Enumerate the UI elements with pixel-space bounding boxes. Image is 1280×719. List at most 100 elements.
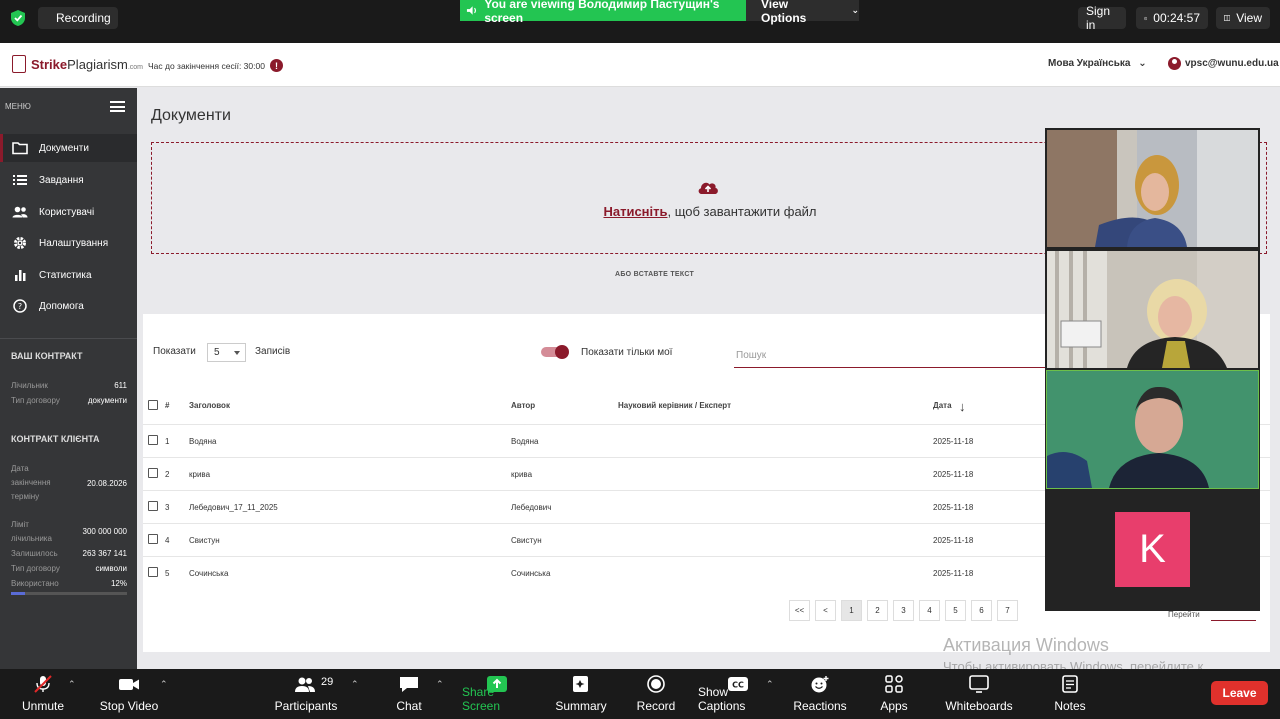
menu-label: МЕНЮ [5, 102, 31, 111]
row-checkbox[interactable] [148, 534, 158, 544]
page-size-select[interactable]: 5 [207, 343, 246, 362]
goto-page-input[interactable] [1211, 620, 1256, 621]
participant-video-1[interactable] [1047, 130, 1258, 247]
row-title[interactable]: Водяна [189, 437, 216, 446]
sort-arrow-down-icon[interactable]: ↓ [959, 399, 966, 414]
pagination-page[interactable]: 1 [841, 600, 862, 621]
row-author: крива [511, 470, 533, 479]
row-checkbox[interactable] [148, 501, 158, 511]
captions-icon: CC [728, 677, 748, 691]
participants-icon [295, 677, 315, 692]
record-button[interactable]: Record [634, 669, 678, 719]
pagination-first[interactable]: << [789, 600, 810, 621]
page-title: Документи [151, 107, 231, 124]
contract-type-label: Тип договору [11, 396, 60, 405]
upload-text: , щоб завантажити файл [667, 204, 817, 219]
row-title[interactable]: Сочинська [189, 569, 228, 578]
row-title[interactable]: Свистун [189, 536, 220, 545]
caret-up-icon[interactable]: ⌃ [766, 679, 774, 690]
viewing-text: You are viewing Володимир Пастущин's scr… [484, 0, 720, 25]
select-all-checkbox[interactable] [148, 400, 158, 410]
recording-indicator[interactable]: Recording [38, 7, 118, 29]
gear-icon [14, 237, 26, 249]
upload-link[interactable]: Натисніть [603, 204, 667, 219]
paste-text-link[interactable]: АБО ВСТАВТЕ ТЕКСТ [615, 271, 694, 278]
client-type-row: Тип договору символи [11, 564, 127, 573]
caret-up-icon[interactable]: ⌃ [436, 679, 444, 690]
whiteboards-button[interactable]: Whiteboards [944, 669, 1014, 719]
language-selector[interactable]: Мова Українська ⌄ [1048, 58, 1147, 69]
remaining-label: Залишилось [11, 549, 58, 558]
caret-up-icon[interactable]: ⌃ [160, 679, 168, 690]
pagination-page[interactable]: 7 [997, 600, 1018, 621]
session-timer: Час до закінчення сесії: 30:00 ! [148, 59, 283, 72]
meeting-timer[interactable]: 00:24:57 [1136, 7, 1208, 29]
row-checkbox[interactable] [148, 468, 158, 478]
language-label: Мова Українська [1048, 58, 1131, 69]
recording-label: Recording [56, 11, 111, 25]
participants-label: Participants [274, 699, 338, 713]
leave-button[interactable]: Leave [1211, 681, 1268, 705]
contract-type-row: Тип договору документи [11, 396, 127, 405]
column-header-author[interactable]: Автор [511, 401, 535, 410]
pagination-page[interactable]: 5 [945, 600, 966, 621]
sidebar-item-users[interactable]: Користувачі [0, 198, 137, 226]
apps-button[interactable]: Apps [876, 669, 912, 719]
participant-video-3-speaking[interactable] [1046, 370, 1259, 489]
participant-avatar[interactable]: K [1115, 512, 1190, 587]
unmute-button[interactable]: Unmute [18, 669, 68, 719]
user-menu[interactable]: vpsc@wunu.edu.ua [1168, 57, 1279, 70]
show-captions-button[interactable]: CC Show Captions [698, 669, 778, 719]
participant-video-strip[interactable]: K [1045, 128, 1260, 611]
sidebar-item-statistics[interactable]: Статистика [0, 261, 137, 289]
unmute-label: Unmute [21, 699, 65, 713]
caret-up-icon[interactable]: ⌃ [68, 679, 76, 690]
user-icon [1168, 57, 1181, 70]
summary-icon [573, 676, 588, 692]
pagination-page[interactable]: 2 [867, 600, 888, 621]
sidebar-item-tasks[interactable]: Завдання [0, 166, 137, 194]
counter-row: Лічильник 611 [11, 381, 127, 390]
participants-button[interactable]: 29 Participants [274, 669, 338, 719]
column-header-date[interactable]: Дата [933, 401, 952, 410]
sidebar-item-documents[interactable]: Документи [0, 134, 137, 162]
summary-button[interactable]: Summary [554, 669, 608, 719]
search-input[interactable]: Пошук [734, 347, 1074, 368]
row-checkbox[interactable] [148, 435, 158, 445]
cloud-upload-icon [698, 182, 718, 194]
row-title[interactable]: крива [189, 470, 210, 479]
caret-up-icon[interactable]: ⌃ [351, 679, 359, 690]
goto-page-button[interactable]: Перейти [1168, 610, 1200, 619]
sidebar-item-settings[interactable]: Налаштування [0, 229, 137, 257]
view-button[interactable]: View [1216, 7, 1270, 29]
row-date: 2025-11-18 [933, 569, 974, 578]
pagination-page[interactable]: 3 [893, 600, 914, 621]
row-checkbox[interactable] [148, 567, 158, 577]
pagination-page[interactable]: 6 [971, 600, 992, 621]
notes-button[interactable]: Notes [1050, 669, 1090, 719]
logo-text: StrikePlagiarism.com [31, 57, 143, 72]
zoom-toolbar: Unmute ⌃ Stop Video ⌃ 29 Participants ⌃ … [0, 669, 1280, 719]
pagination-page[interactable]: 4 [919, 600, 940, 621]
shield-icon[interactable] [10, 9, 26, 27]
share-screen-button[interactable]: Share Screen [462, 669, 532, 719]
column-header-supervisor[interactable]: Науковий керівник / Експерт [618, 401, 731, 410]
info-icon[interactable]: ! [269, 59, 283, 72]
column-header-title[interactable]: Заголовок [189, 401, 230, 410]
svg-text:?: ? [18, 302, 22, 311]
sign-in-button[interactable]: Sign in [1078, 4, 1126, 32]
sidebar-item-label: Завдання [39, 174, 84, 186]
reactions-button[interactable]: Reactions [792, 669, 848, 719]
chat-button[interactable]: Chat [390, 669, 428, 719]
pagination-prev[interactable]: < [815, 600, 836, 621]
stop-video-button[interactable]: Stop Video [98, 669, 160, 719]
sidebar-item-help[interactable]: ? Допомога [0, 292, 137, 320]
strikeplagiarism-logo[interactable]: StrikePlagiarism.com [12, 55, 143, 73]
counter-value: 611 [114, 381, 127, 390]
only-mine-toggle[interactable] [541, 345, 569, 359]
records-label: Записів [255, 346, 291, 357]
view-options-button[interactable]: View Options ⌄ [746, 0, 859, 25]
participant-video-2[interactable] [1047, 251, 1258, 368]
row-title[interactable]: Лебедович_17_11_2025 [189, 503, 278, 512]
hamburger-icon[interactable] [110, 101, 125, 112]
